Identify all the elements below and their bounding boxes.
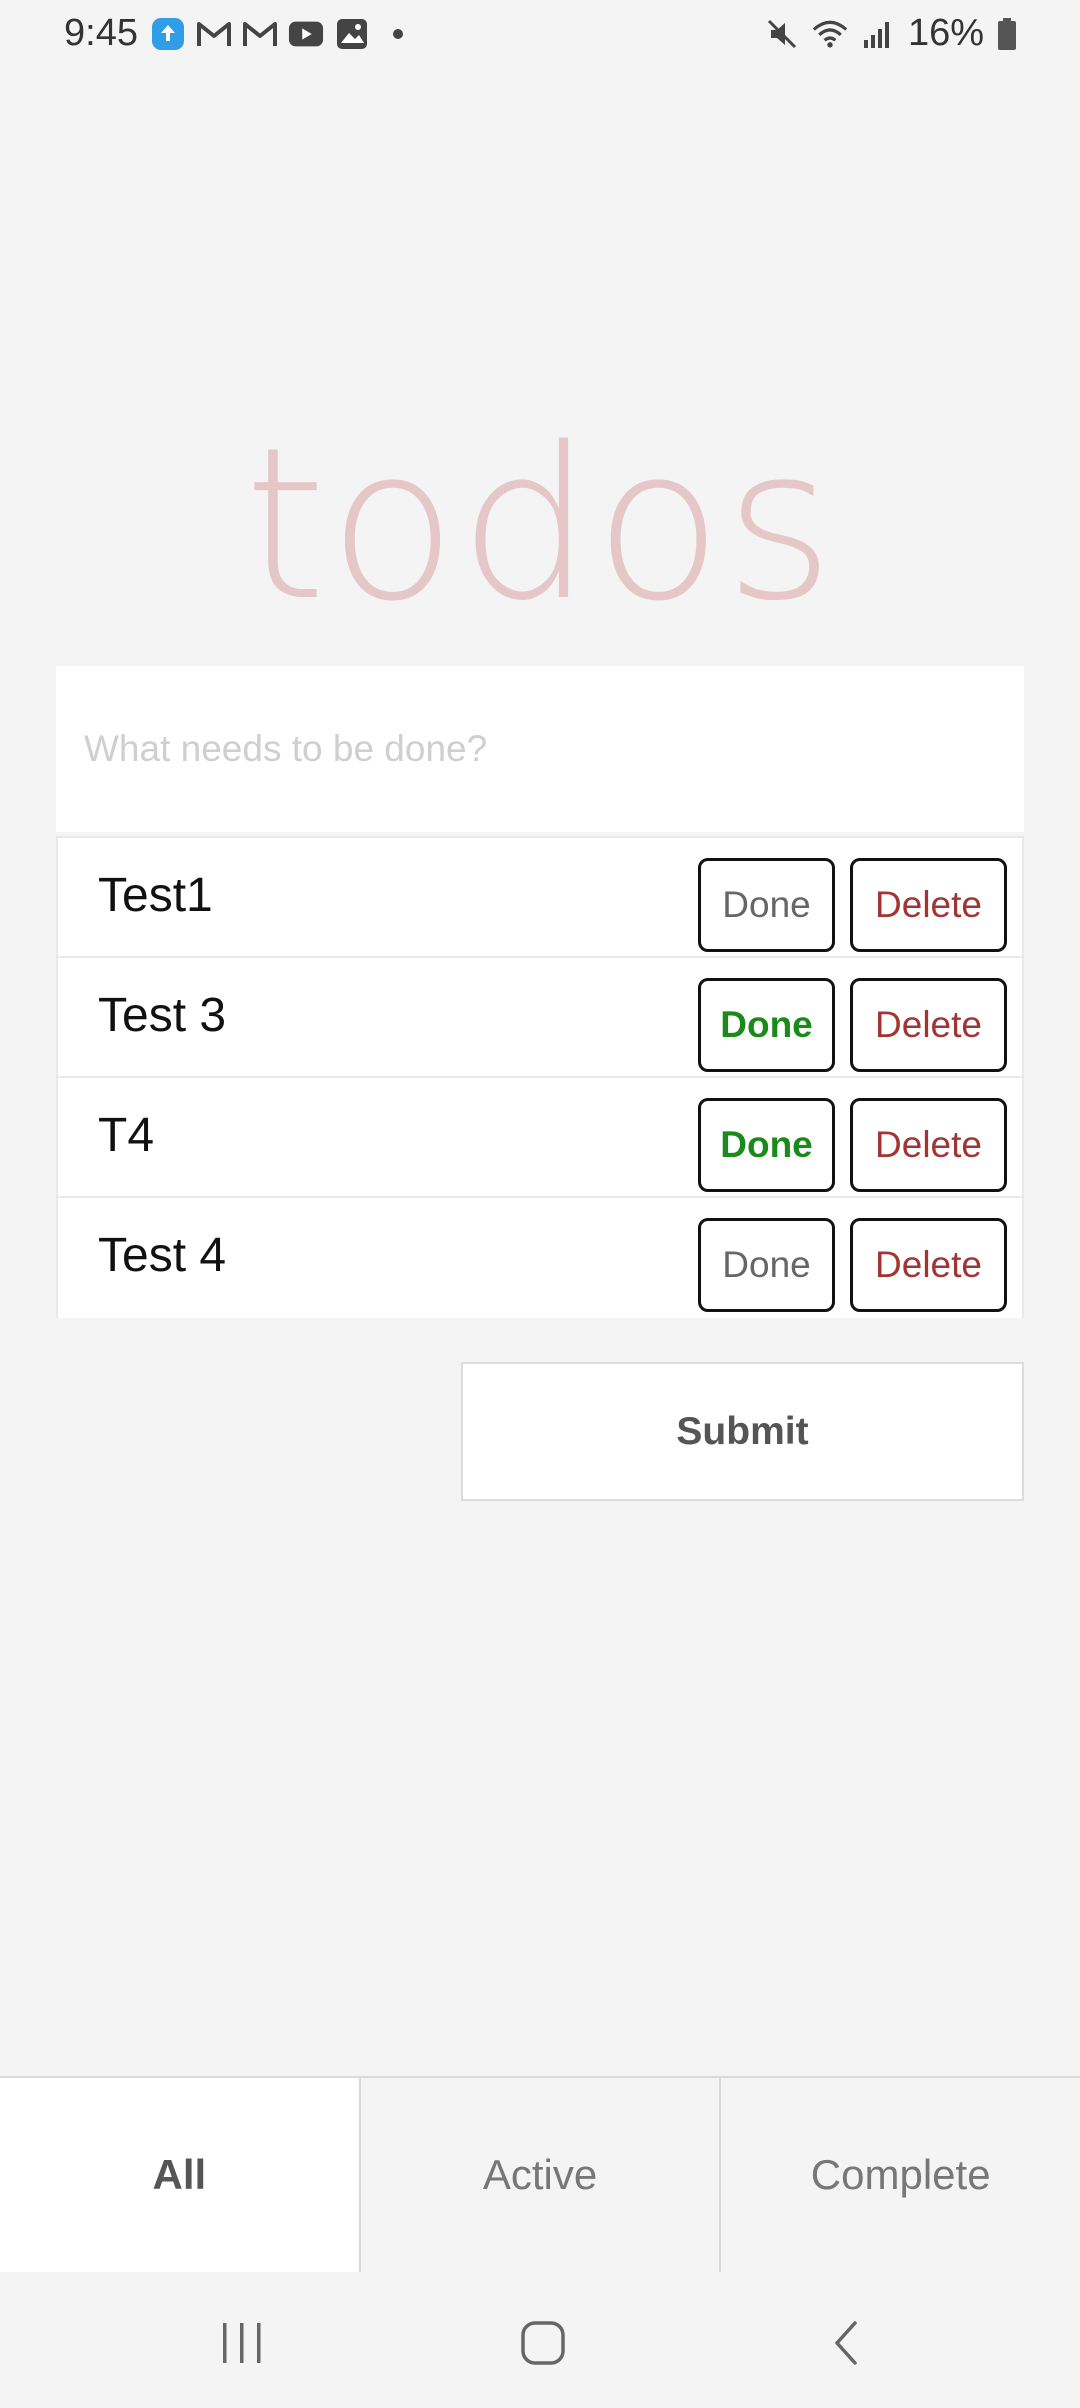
- youtube-icon: [288, 16, 324, 52]
- battery-icon: [996, 16, 1018, 52]
- done-button[interactable]: Done: [698, 858, 835, 952]
- todo-label: Test 4: [98, 1229, 227, 1282]
- new-todo-input[interactable]: [56, 666, 1024, 832]
- status-bar: 9:45 16%: [0, 0, 1080, 72]
- gallery-icon: [334, 16, 370, 52]
- battery-percent: 16%: [907, 12, 984, 54]
- notification-icons: [150, 16, 416, 52]
- submit-button[interactable]: Submit: [461, 1362, 1024, 1501]
- recent-apps-icon[interactable]: [207, 2308, 277, 2378]
- done-button[interactable]: Done: [698, 1098, 835, 1192]
- todo-item: Test 3 Done Delete: [56, 956, 1024, 1076]
- todo-label: T4: [98, 1109, 155, 1162]
- wifi-icon: [812, 16, 848, 52]
- navigation-bar: [0, 2272, 1080, 2408]
- todo-label: Test 3: [98, 989, 227, 1042]
- todo-item: Test 4 Done Delete: [56, 1196, 1024, 1318]
- todo-label: Test1: [98, 869, 213, 922]
- delete-button[interactable]: Delete: [850, 1218, 1007, 1312]
- tab-active[interactable]: Active: [360, 2078, 722, 2272]
- gmail-icon: [196, 16, 232, 52]
- delete-button[interactable]: Delete: [850, 1098, 1007, 1192]
- todo-item: Test1 Done Delete: [56, 836, 1024, 956]
- done-button[interactable]: Done: [698, 978, 835, 1072]
- todo-list: Test1 Done Delete Test 3 Done Delete T4 …: [56, 836, 1024, 1318]
- app-title: todos: [243, 402, 836, 647]
- gmail-icon: [242, 16, 278, 52]
- back-icon[interactable]: [812, 2308, 882, 2378]
- signal-icon: [860, 16, 896, 52]
- home-icon[interactable]: [508, 2308, 578, 2378]
- done-button[interactable]: Done: [698, 1218, 835, 1312]
- filter-tabs: All Active Complete: [0, 2076, 1080, 2272]
- tab-complete[interactable]: Complete: [721, 2078, 1080, 2272]
- todo-item: T4 Done Delete: [56, 1076, 1024, 1196]
- tab-all[interactable]: All: [0, 2078, 361, 2272]
- status-time: 9:45: [64, 12, 138, 54]
- mute-icon: [764, 16, 800, 52]
- delete-button[interactable]: Delete: [850, 858, 1007, 952]
- cloud-upload-icon: [150, 16, 186, 52]
- delete-button[interactable]: Delete: [850, 978, 1007, 1072]
- status-right: 16%: [764, 12, 1018, 55]
- dot-icon: [380, 16, 416, 52]
